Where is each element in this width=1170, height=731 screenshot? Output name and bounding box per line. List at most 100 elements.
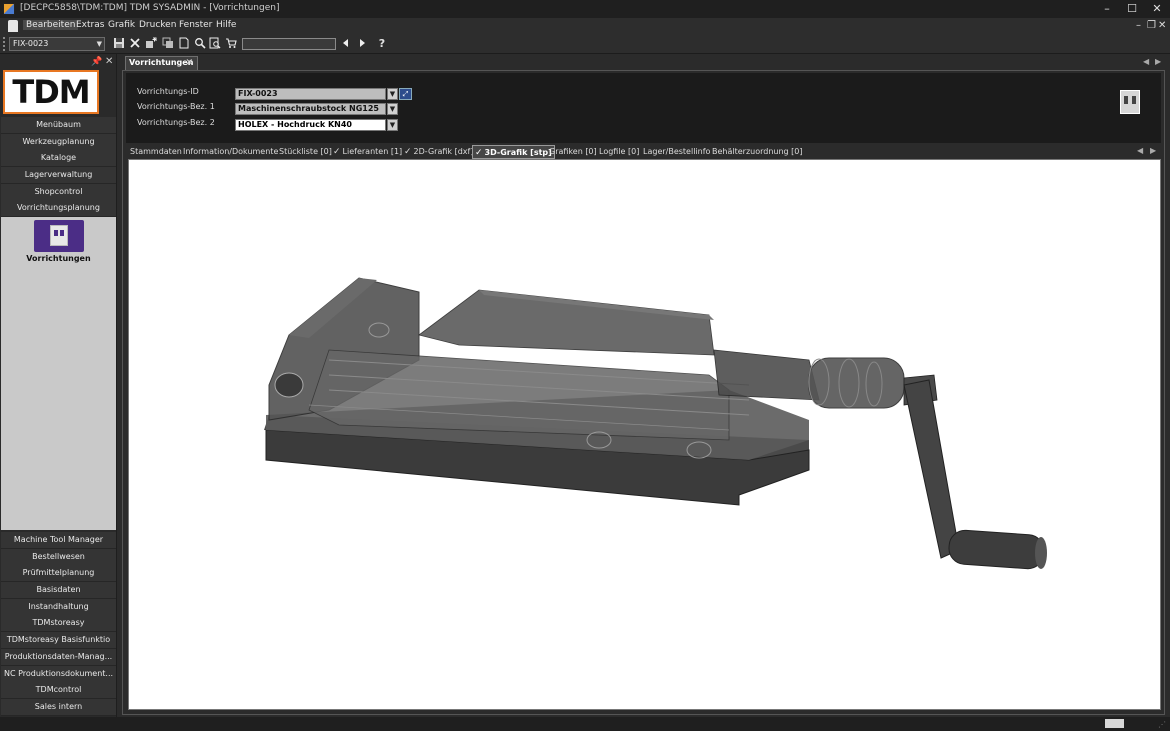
3d-viewer[interactable] (128, 159, 1161, 710)
fixture-name1-label: Vorrichtungs-Bez. 1 (137, 102, 215, 111)
sidebar-item-pruefmittelplanung[interactable]: Prüfmittelplanung (1, 565, 116, 582)
menu-grafik[interactable]: Grafik (105, 20, 138, 30)
fixture-selector-value: FIX-0023 (13, 39, 49, 48)
toolbar-grip[interactable] (3, 37, 5, 51)
fixture-type-icon (1117, 88, 1143, 116)
close-window-button[interactable]: ✕ (1145, 0, 1169, 18)
sidebar-item-tdmstoreasy-basis[interactable]: TDMstoreasy Basisfunktio (1, 632, 116, 649)
fixture-id-dropdown-icon[interactable]: ▼ (387, 88, 398, 100)
window-title: [DECPC5858\TDM:TDM] TDM SYSADMIN - [Vorr… (20, 3, 280, 13)
crank-handle-end (1035, 537, 1047, 569)
tab-stueckliste[interactable]: Stückliste [0] (277, 145, 334, 159)
subtab-scroll-left-icon[interactable]: ◀ (1137, 146, 1143, 155)
sidebar-item-shopcontrol[interactable]: Shopcontrol (1, 184, 116, 201)
mdi-minimize-button[interactable]: – (1136, 20, 1141, 31)
tab-vorrichtungen[interactable]: Vorrichtungen ✕ (125, 56, 198, 70)
delete-icon[interactable] (128, 37, 142, 51)
mdi-restore-button[interactable]: ❐ (1147, 20, 1156, 31)
sidebar-item-menuebaum[interactable]: Menübaum (1, 117, 116, 134)
sidebar-item-nc-produktionsdokument[interactable]: NC Produktionsdokument... (1, 666, 116, 683)
title-bar: [DECPC5858\TDM:TDM] TDM SYSADMIN - [Vorr… (0, 0, 1170, 18)
sidebar-item-produktionsdaten[interactable]: Produktionsdaten-Manag... (1, 649, 116, 666)
sidebar-item-tdmcontrol[interactable]: TDMcontrol (1, 682, 116, 699)
sidebar-item-basisdaten[interactable]: Basisdaten (1, 582, 116, 599)
tab-3d-grafik-label: 3D-Grafik [stp] (484, 148, 552, 157)
fixture-name2-label: Vorrichtungs-Bez. 2 (137, 118, 215, 127)
sidebar-close-icon[interactable]: ✕ (105, 56, 113, 67)
menu-hilfe[interactable]: Hilfe (213, 20, 239, 30)
tab-behaelterzuordnung[interactable]: Behälterzuordnung [0] (710, 145, 805, 159)
navigation-panel: Vorrichtungen (1, 217, 116, 530)
menu-fenster[interactable]: Fenster (176, 20, 215, 30)
sidebar-item-tdmstoreasy[interactable]: TDMstoreasy (1, 615, 116, 632)
tab-close-icon[interactable]: ✕ (185, 57, 193, 69)
tab-grafiken[interactable]: Grafiken [0] (547, 145, 599, 159)
menu-drucken[interactable]: Drucken (136, 20, 179, 30)
toolbar: FIX-0023 ▼ ? (0, 34, 1170, 54)
spindle-cylinder (808, 357, 905, 409)
fixture-id-field[interactable]: FIX-0023 (235, 88, 386, 100)
status-bar: ⋰ (0, 717, 1170, 731)
menu-bearbeiten[interactable]: Bearbeiten (23, 20, 79, 30)
lookup-icon[interactable]: ⤢ (399, 88, 412, 100)
resize-grip-icon[interactable]: ⋰ (1158, 720, 1166, 729)
tab-logfile[interactable]: Logfile [0] (597, 145, 641, 159)
check-icon: ✓ (475, 148, 483, 158)
help-icon[interactable]: ? (375, 37, 389, 51)
status-indicator (1105, 719, 1124, 728)
sidebar-item-bestellwesen[interactable]: Bestellwesen (1, 549, 116, 566)
maximize-button[interactable]: ☐ (1120, 0, 1144, 18)
sidebar-item-kataloge[interactable]: Kataloge (1, 150, 116, 167)
tab-label: Vorrichtungen (129, 58, 194, 67)
tab-lieferanten[interactable]: ✓ Lieferanten [1] (331, 145, 404, 159)
fixture-name2-field[interactable]: HOLEX - Hochdruck KN40 (235, 119, 386, 131)
tab-scroll-right-icon[interactable]: ▶ (1155, 57, 1161, 66)
search-icon[interactable] (193, 37, 207, 51)
crank-handle (948, 529, 1045, 570)
fixture-selector[interactable]: FIX-0023 ▼ (9, 37, 105, 51)
document-icon[interactable] (177, 37, 191, 51)
app-menu-icon[interactable] (8, 20, 18, 32)
copy-icon[interactable] (161, 37, 175, 51)
header-panel: Vorrichtungs-ID FIX-0023 ▼ ⤢ Vorrichtung… (126, 73, 1161, 143)
sidebar-item-lagerverwaltung[interactable]: Lagerverwaltung (1, 167, 116, 184)
tab-information-dokumente[interactable]: Information/Dokumente (181, 145, 280, 159)
machine-vise-3d-model[interactable] (129, 160, 1161, 710)
sidebar-item-machine-tool-manager[interactable]: Machine Tool Manager (1, 532, 116, 549)
fixture-icon[interactable] (34, 220, 84, 252)
crank-arm (903, 379, 960, 559)
document-tab-strip: Vorrichtungen ✕ ◀ ▶ (122, 54, 1165, 70)
search-document-icon[interactable] (208, 37, 222, 51)
arrow-left-icon[interactable] (339, 37, 353, 51)
menu-extras[interactable]: Extras (73, 20, 107, 30)
arrow-right-icon[interactable] (355, 37, 369, 51)
tab-scroll-left-icon[interactable]: ◀ (1143, 57, 1149, 66)
fixture-name2-dropdown-icon[interactable]: ▼ (387, 119, 398, 131)
save-icon[interactable] (112, 37, 126, 51)
check-icon: ✓ (404, 147, 412, 157)
mdi-close-button[interactable]: ✕ (1158, 20, 1166, 31)
subtab-scroll-right-icon[interactable]: ▶ (1150, 146, 1156, 155)
spindle-housing (713, 349, 820, 401)
sidebar-item-vorrichtungsplanung[interactable]: Vorrichtungsplanung (1, 200, 116, 217)
app-icon (3, 3, 15, 15)
fixtures-tile-label[interactable]: Vorrichtungen (1, 254, 116, 263)
fixture-name1-field[interactable]: Maschinenschraubstock NG125 (235, 103, 386, 115)
check-icon: ✓ (333, 147, 341, 157)
minimize-button[interactable]: – (1095, 0, 1119, 18)
sidebar-item-instandhaltung[interactable]: Instandhaltung (1, 599, 116, 616)
tab-stammdaten[interactable]: Stammdaten (128, 145, 184, 159)
fixture-name1-dropdown-icon[interactable]: ▼ (387, 103, 398, 115)
tab-lager-bestellinfo[interactable]: Lager/Bestellinfo (641, 145, 712, 159)
tab-2d-grafik[interactable]: ✓ 2D-Grafik [dxf] (402, 145, 475, 159)
tdm-logo: TDM (3, 70, 99, 114)
sidebar-item-sales-intern[interactable]: Sales intern (1, 699, 116, 716)
sidebar-item-werkzeugplanung[interactable]: Werkzeugplanung (1, 134, 116, 151)
pin-icon[interactable]: 📌 (91, 57, 102, 67)
bore-hole (274, 372, 304, 398)
cart-icon[interactable] (224, 37, 238, 51)
tab-3d-grafik[interactable]: ✓ 3D-Grafik [stp] (472, 145, 555, 159)
sidebar: 📌 ✕ TDM Menübaum Werkzeugplanung Katalog… (0, 54, 117, 717)
new-icon[interactable] (144, 37, 158, 51)
toolbar-search-input[interactable] (242, 38, 336, 50)
